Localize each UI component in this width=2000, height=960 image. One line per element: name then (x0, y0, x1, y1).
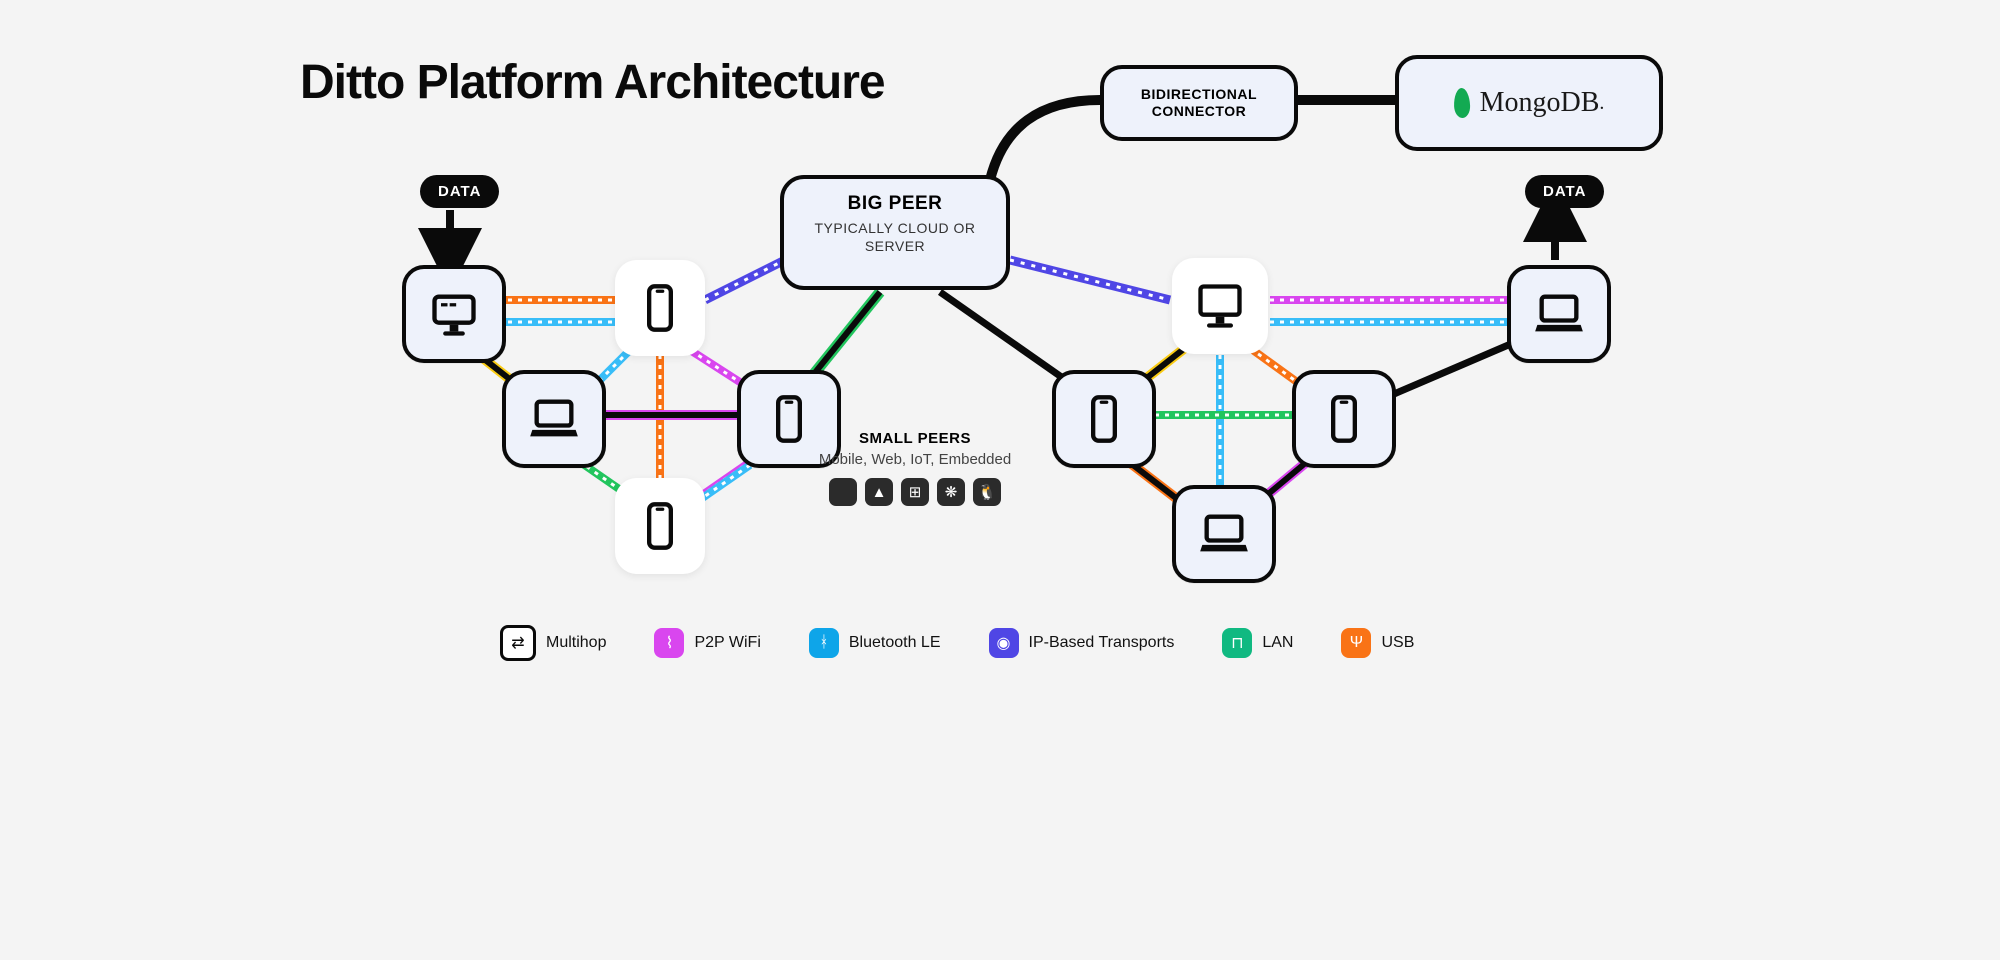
phone-icon (1078, 393, 1130, 445)
big-peer-subtitle: TYPICALLY CLOUD OR SERVER (784, 219, 1006, 255)
bidirectional-connector-node: BIDIRECTIONALCONNECTOR (1100, 65, 1298, 141)
terminal-node (402, 265, 506, 363)
legend-ip: ◉ IP-Based Transports (989, 628, 1175, 658)
linux-icon: 🐧 (973, 478, 1001, 506)
multihop-icon: ⇄ (500, 625, 536, 661)
legend-p2p-wifi: ⌇ P2P WiFi (654, 628, 760, 658)
lan-icon: ⊓ (1222, 628, 1252, 658)
small-peers-label: SMALL PEERS Mobile, Web, IoT, Embedded ▲… (780, 430, 1050, 506)
mongodb-node: MongoDB. (1395, 55, 1663, 151)
apple-icon (829, 478, 857, 506)
phone-node-right-1 (1052, 370, 1156, 468)
laptop-icon (1198, 508, 1250, 560)
phone-icon (634, 282, 686, 334)
phone-node-left-top (615, 260, 705, 356)
laptop-node-right-bottom (1172, 485, 1276, 583)
legend: ⇄ Multihop ⌇ P2P WiFi ᚼ Bluetooth LE ◉ I… (500, 625, 1414, 661)
legend-usb: Ψ USB (1341, 628, 1414, 658)
desktop-icon (1194, 280, 1246, 332)
data-out-pill: DATA (1525, 175, 1604, 208)
terminal-icon (428, 288, 480, 340)
desktop-node (1172, 258, 1268, 354)
windows-icon: ⊞ (901, 478, 929, 506)
legend-multihop: ⇄ Multihop (500, 625, 606, 661)
legend-bluetooth: ᚼ Bluetooth LE (809, 628, 941, 658)
wifi-icon: ⌇ (654, 628, 684, 658)
raspberry-pi-icon: ❋ (937, 478, 965, 506)
phone-icon (1318, 393, 1370, 445)
small-peers-title: SMALL PEERS (780, 430, 1050, 447)
phone-node-left-bottom (615, 478, 705, 574)
small-peers-subtitle: Mobile, Web, IoT, Embedded (780, 451, 1050, 468)
diagram-title: Ditto Platform Architecture (300, 55, 885, 110)
big-peer-node: BIG PEER TYPICALLY CLOUD OR SERVER (780, 175, 1010, 290)
mongodb-label: MongoDB (1480, 87, 1600, 119)
data-in-pill: DATA (420, 175, 499, 208)
bluetooth-icon: ᚼ (809, 628, 839, 658)
ip-icon: ◉ (989, 628, 1019, 658)
os-icon-row: ▲ ⊞ ❋ 🐧 (780, 478, 1050, 506)
laptop-node-left (502, 370, 606, 468)
android-icon: ▲ (865, 478, 893, 506)
big-peer-title: BIG PEER (784, 193, 1006, 215)
legend-lan: ⊓ LAN (1222, 628, 1293, 658)
mongodb-leaf-icon (1453, 88, 1470, 119)
phone-node-right-2 (1292, 370, 1396, 468)
laptop-icon (528, 393, 580, 445)
laptop-node-right-top (1507, 265, 1611, 363)
phone-icon (634, 500, 686, 552)
usb-icon: Ψ (1341, 628, 1371, 658)
laptop-icon (1533, 288, 1585, 340)
